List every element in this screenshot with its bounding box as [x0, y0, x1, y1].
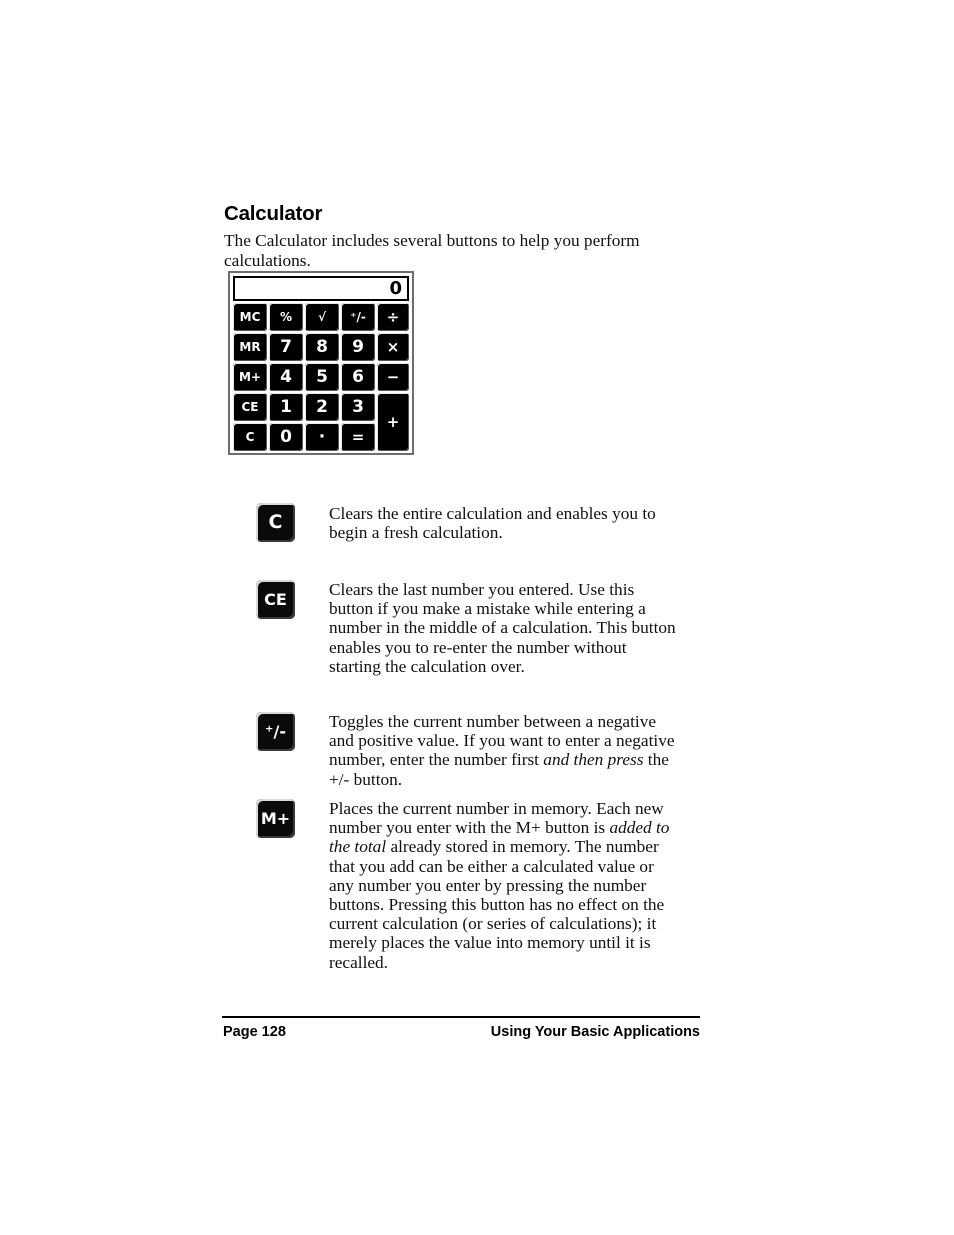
definition-text: Clears the last number you entered. Use …: [329, 580, 679, 676]
calc-key-icon-clear-entry: CE: [256, 580, 295, 619]
body-text: Clears the last number you entered. Use …: [329, 580, 676, 676]
document-page: Calculator The Calculator includes sever…: [0, 0, 954, 1235]
definition-text: Toggles the current number between a neg…: [329, 712, 679, 789]
calc-key-equals[interactable]: =: [341, 423, 375, 451]
page-title: Calculator: [224, 201, 323, 225]
calc-key-digit-7[interactable]: 7: [269, 333, 303, 361]
calc-key-clear-entry[interactable]: CE: [233, 393, 267, 421]
calc-key-icon-clear-all: C: [256, 503, 295, 542]
body-text: already stored in memory. The number tha…: [329, 837, 665, 972]
emphasis-text: and then press: [543, 750, 644, 770]
body-text: Clears the entire calculation and enable…: [329, 504, 656, 543]
calc-key-digit-3[interactable]: 3: [341, 393, 375, 421]
calc-key-memory-clear[interactable]: MC: [233, 303, 267, 331]
calc-key-subtract[interactable]: −: [377, 363, 409, 391]
calc-key-icon-plus-minus: ⁺/-: [256, 712, 295, 751]
calc-key-digit-6[interactable]: 6: [341, 363, 375, 391]
calculator-display-value: 0: [389, 277, 402, 299]
calculator-screenshot: 0 MC% √ ⁺/- ÷ MR 7 8 9 × M+ 4 5 6− CE 1 2 3 + C 0 · =: [228, 271, 414, 455]
calculator-keypad: MC% √ ⁺/- ÷ MR 7 8 9 × M+ 4 5 6− CE 1 2 3 + C 0 · =: [233, 303, 411, 453]
calc-key-digit-4[interactable]: 4: [269, 363, 303, 391]
calc-key-digit-2[interactable]: 2: [305, 393, 339, 421]
calc-key-clear-all[interactable]: C: [233, 423, 267, 451]
calc-key-memory-add[interactable]: M+: [233, 363, 267, 391]
footer-divider: [222, 1016, 700, 1018]
calc-key-digit-1[interactable]: 1: [269, 393, 303, 421]
calc-key-percent[interactable]: %: [269, 303, 303, 331]
calc-key-digit-8[interactable]: 8: [305, 333, 339, 361]
calc-key-add[interactable]: +: [377, 393, 409, 451]
calc-key-plus-minus[interactable]: ⁺/-: [341, 303, 375, 331]
calc-key-decimal-point[interactable]: ·: [305, 423, 339, 451]
calculator-display: 0: [233, 276, 409, 301]
calc-key-digit-5[interactable]: 5: [305, 363, 339, 391]
calc-key-square-root[interactable]: √: [305, 303, 339, 331]
calc-key-icon-memory-add: M+: [256, 799, 295, 838]
definition-text: Clears the entire calculation and enable…: [329, 504, 679, 542]
calc-key-digit-0[interactable]: 0: [269, 423, 303, 451]
definition-text: Places the current number in memory. Eac…: [329, 799, 679, 972]
calc-key-multiply[interactable]: ×: [377, 333, 409, 361]
calc-key-divide[interactable]: ÷: [377, 303, 409, 331]
calc-key-memory-recall[interactable]: MR: [233, 333, 267, 361]
calc-key-digit-9[interactable]: 9: [341, 333, 375, 361]
footer-page-number: Page 128: [223, 1024, 286, 1040]
intro-paragraph: The Calculator includes several buttons …: [224, 231, 640, 270]
footer-section-title: Using Your Basic Applications: [490, 1024, 700, 1040]
